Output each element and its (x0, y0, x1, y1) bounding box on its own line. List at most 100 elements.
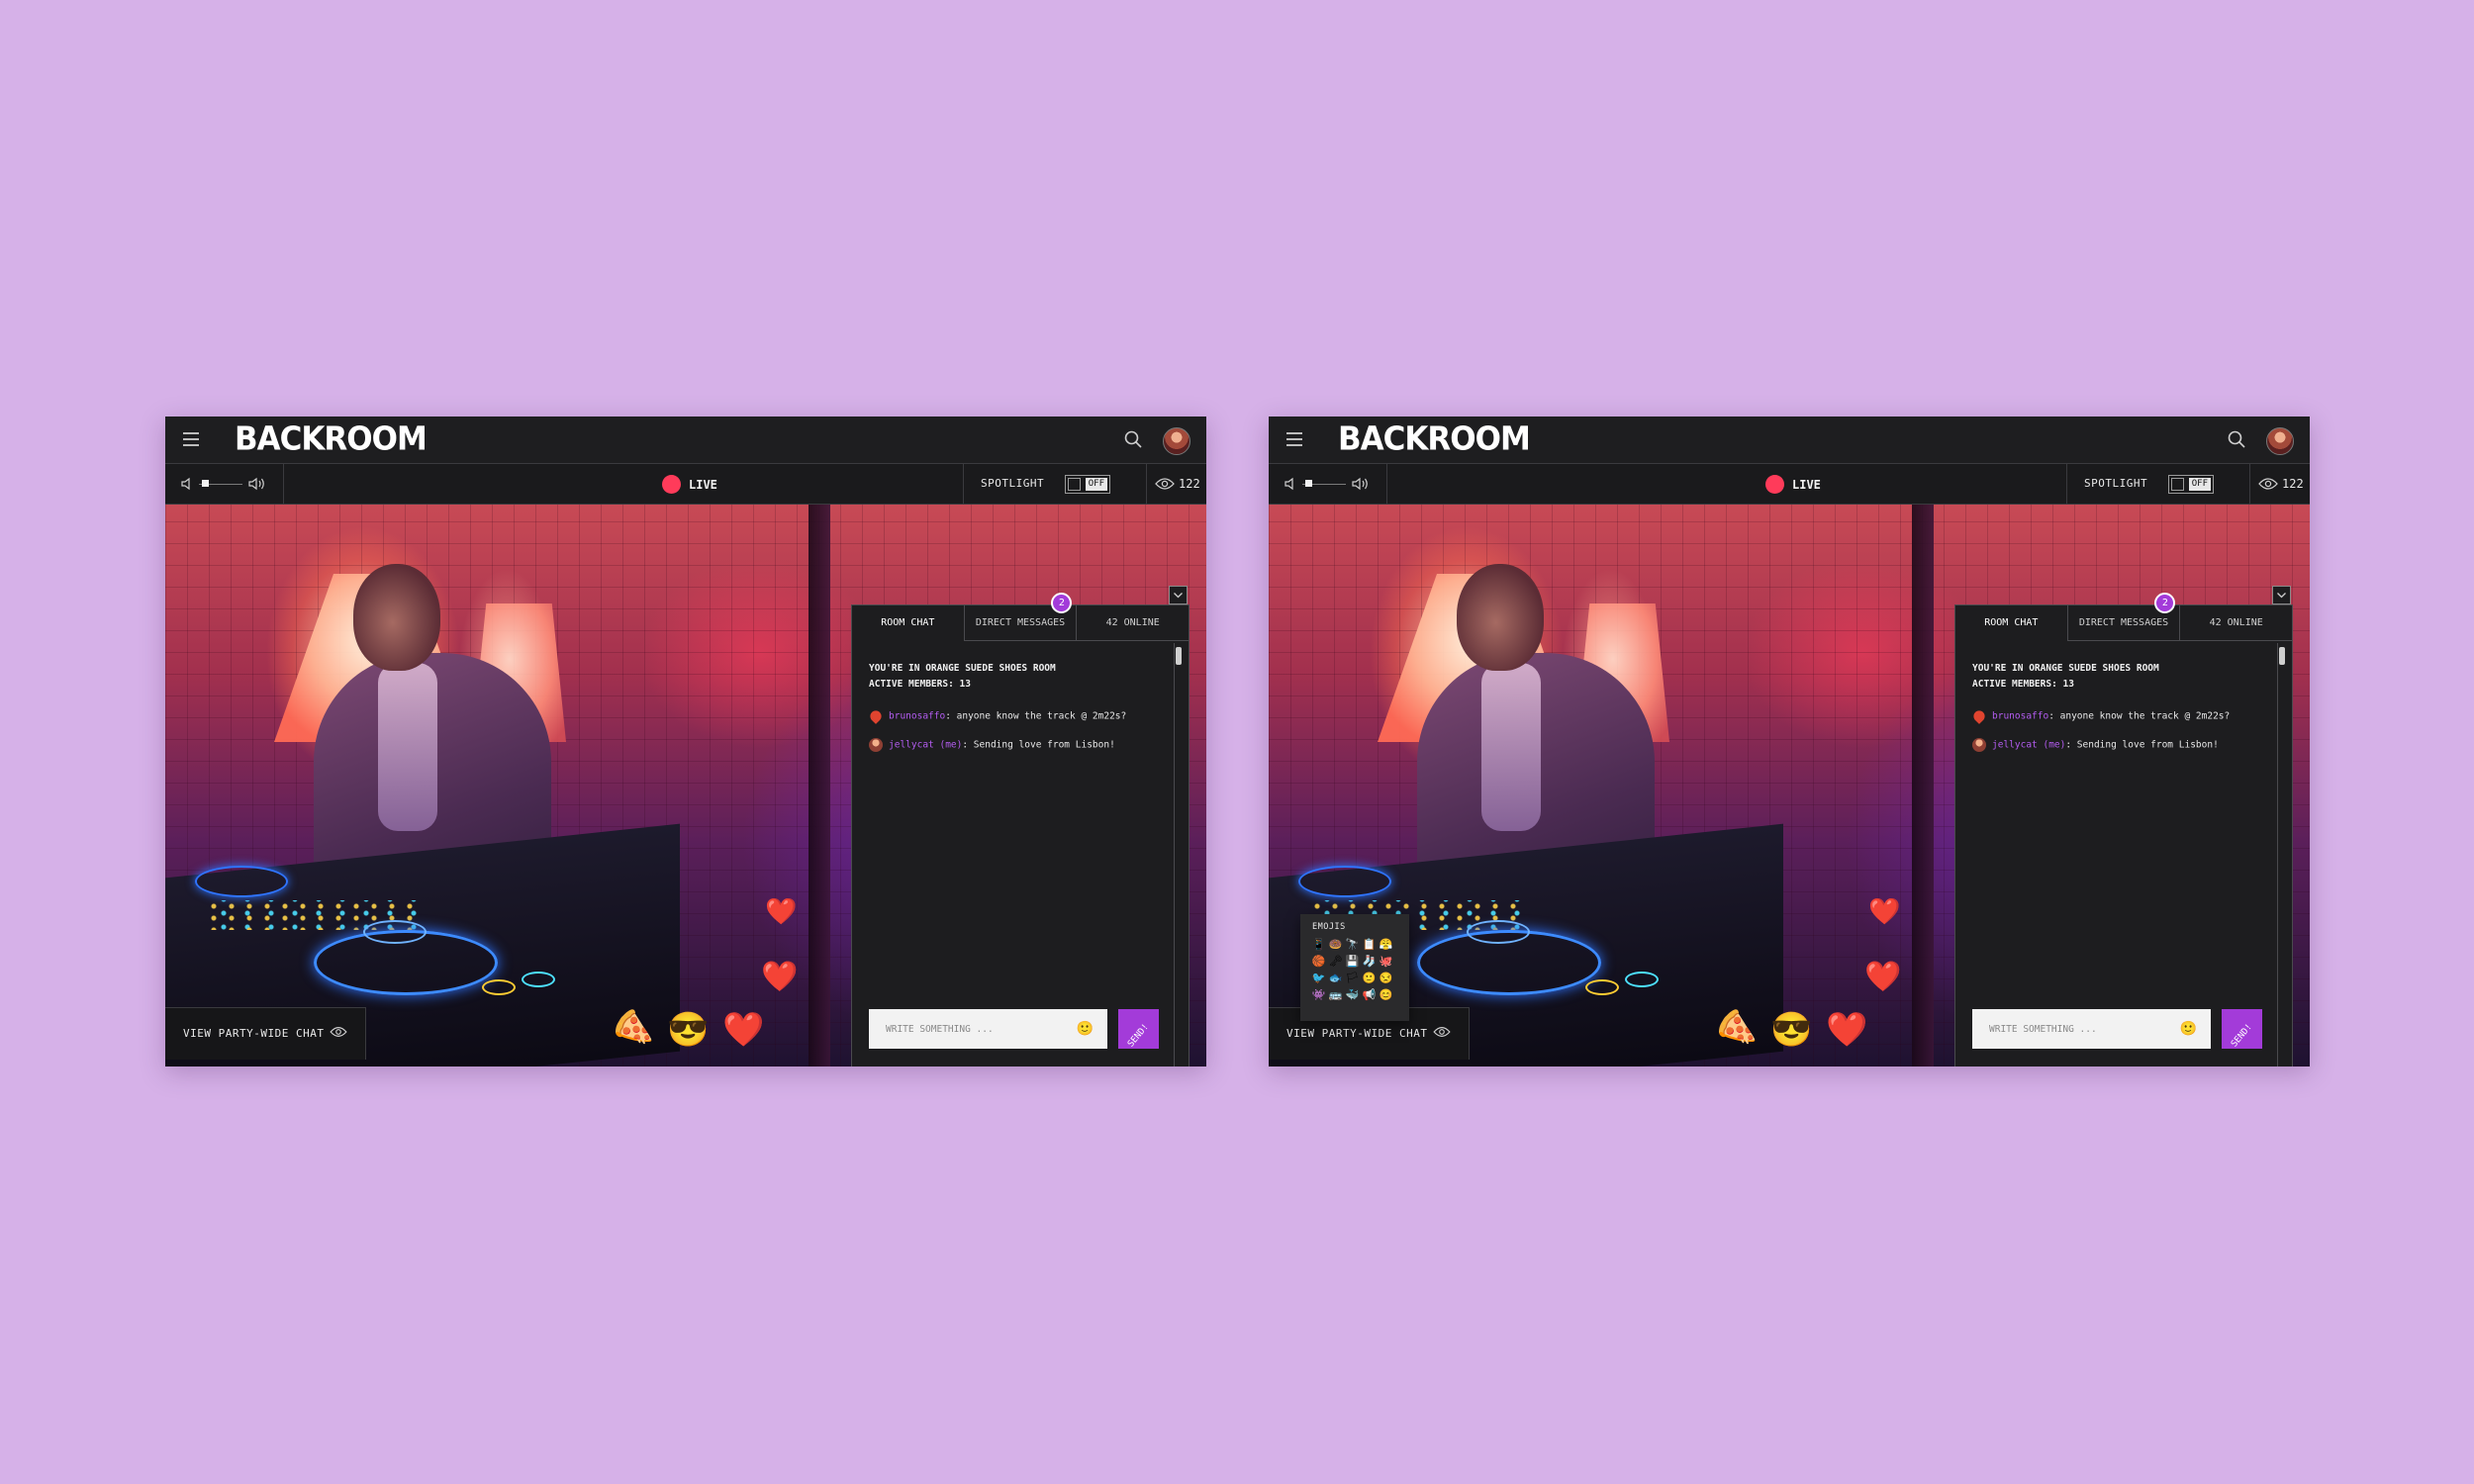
top-bar: BACKROOM (165, 417, 1206, 464)
volume-slider-thumb[interactable] (1305, 480, 1312, 487)
emoji-option[interactable]: 👾 (1310, 988, 1327, 1002)
volume-high-icon[interactable] (1352, 476, 1370, 492)
app-window-emoji-open: BACKROOM LIVE SPOTLIGHT OFF 122 🍕 😎 ❤️ ❤… (1269, 417, 2310, 1067)
spotlight-control: SPOTLIGHT OFF (963, 464, 1147, 504)
emoji-option[interactable]: 😒 (1378, 972, 1394, 985)
emoji-option[interactable]: 🔭 (1344, 938, 1361, 952)
emoji-option[interactable]: 🍩 (1327, 938, 1344, 952)
video-stage[interactable]: 🍕 😎 ❤️ ❤️ ❤️ VIEW PARTY-WIDE CHAT ROOM C… (165, 505, 1206, 1067)
chat-message: jellycat (me): Sending love from Lisbon! (869, 738, 1115, 752)
tab-online-users[interactable]: 42 ONLINE (1077, 605, 1189, 641)
emoji-option[interactable]: 🏀 (1310, 955, 1327, 969)
emoji-option[interactable]: 💾 (1344, 955, 1361, 969)
spotlight-toggle[interactable]: OFF (1065, 475, 1110, 494)
eye-icon (2258, 478, 2278, 490)
backroom-logo[interactable]: BACKROOM (1338, 420, 1531, 458)
message-username[interactable]: brunosaffo (1992, 711, 2048, 722)
tab-direct-messages[interactable]: DIRECT MESSAGES 2 (964, 593, 1078, 641)
volume-low-icon[interactable] (181, 477, 193, 491)
search-icon[interactable] (1123, 429, 1143, 449)
emoji-option[interactable]: 🚌 (1327, 988, 1344, 1002)
emoji-option[interactable]: 🐳 (1344, 988, 1361, 1002)
toggle-state: OFF (1085, 478, 1107, 491)
emoji-option[interactable]: 😊 (1378, 988, 1394, 1002)
emoji-picker-title: EMOJIS (1312, 922, 1346, 932)
volume-low-icon[interactable] (1285, 477, 1296, 491)
volume-slider-thumb[interactable] (202, 480, 209, 487)
tab-online-users[interactable]: 42 ONLINE (2180, 605, 2293, 641)
hamburger-menu-icon[interactable] (1286, 432, 1302, 446)
emoji-option[interactable]: 🏳 (1344, 972, 1361, 985)
chevron-down-icon (1174, 593, 1183, 599)
tab-room-chat[interactable]: ROOM CHAT (1955, 605, 2068, 641)
tab-room-chat[interactable]: ROOM CHAT (852, 605, 965, 641)
emoji-option[interactable]: 📱 (1310, 938, 1327, 952)
message-username[interactable]: brunosaffo (889, 711, 945, 722)
live-label: LIVE (689, 478, 717, 492)
eye-icon (330, 1027, 347, 1037)
location-pin-icon (868, 708, 884, 724)
emoji-option[interactable]: 🧦 (1361, 955, 1378, 969)
spotlight-toggle[interactable]: OFF (2168, 475, 2214, 494)
top-bar: BACKROOM (1269, 417, 2310, 464)
emoji-picker-popover: EMOJIS 📱 🍩 🔭 📋 😤 🏀 🗝 💾 🧦 🐙 🐦 🐟 🏳 🙂 😒 👾 🚌 🐳 📢 😊 (1300, 914, 1409, 1021)
deck-ring (482, 979, 516, 995)
search-icon[interactable] (2227, 429, 2246, 449)
message-input[interactable] (1972, 1009, 2204, 1049)
viewer-count-value: 122 (1179, 477, 1200, 491)
viewer-count-value: 122 (2282, 477, 2304, 491)
view-party-chat-button[interactable]: VIEW PARTY-WIDE CHAT (165, 1007, 366, 1060)
emoji-option[interactable]: 🐦 (1310, 972, 1327, 985)
message-text: : anyone know the track @ 2m22s? (2048, 710, 2231, 722)
emoji-option[interactable]: 📢 (1361, 988, 1378, 1002)
live-dot-icon (662, 475, 681, 494)
room-name: YOU'RE IN ORANGE SUEDE SHOES ROOM (869, 663, 1056, 674)
message-username[interactable]: jellycat (me) (889, 740, 962, 751)
chat-scrollbar[interactable] (2277, 643, 2285, 1067)
emoji-option[interactable]: 🐙 (1378, 955, 1394, 969)
volume-control (165, 464, 284, 504)
volume-high-icon[interactable] (248, 476, 266, 492)
send-button[interactable]: SEND! (2222, 1009, 2262, 1050)
chat-scrollbar-thumb[interactable] (2279, 647, 2285, 665)
emoji-option[interactable]: 📋 (1361, 938, 1378, 952)
emoji-option[interactable]: 🗝 (1327, 955, 1344, 969)
chat-collapse-button[interactable] (2272, 586, 2291, 604)
emoji-option[interactable]: 🙂 (1361, 972, 1378, 985)
chat-scrollbar-thumb[interactable] (1176, 647, 1182, 665)
app-window-default: BACKROOM LIVE SPOTLIGHT OFF 122 🍕 😎 ❤️ ❤… (165, 417, 1206, 1067)
deck-platter-center (1467, 920, 1530, 944)
dj-scarf (378, 663, 437, 831)
emoji-picker-button[interactable]: 🙂 (1077, 1020, 1094, 1037)
toggle-knob (1068, 478, 1081, 491)
emoji-picker-button[interactable]: 🙂 (2180, 1020, 2197, 1037)
tab-direct-messages-label: DIRECT MESSAGES (975, 617, 1066, 628)
user-avatar[interactable] (1163, 427, 1190, 455)
chat-tabs: ROOM CHAT DIRECT MESSAGES 2 42 ONLINE (852, 593, 1189, 641)
reaction-sunglasses-emoji: 😎 (667, 1011, 710, 1049)
video-stage[interactable]: 🍕 😎 ❤️ ❤️ ❤️ VIEW PARTY-WIDE CHAT ROOM C… (1269, 505, 2310, 1067)
emoji-grid: 📱 🍩 🔭 📋 😤 🏀 🗝 💾 🧦 🐙 🐦 🐟 🏳 🙂 😒 👾 🚌 🐳 📢 😊 (1310, 938, 1401, 1002)
message-text: : anyone know the track @ 2m22s? (945, 710, 1127, 722)
chat-message: brunosaffo: anyone know the track @ 2m22… (868, 708, 1127, 724)
message-username[interactable]: jellycat (me) (1992, 740, 2065, 751)
message-text: : Sending love from Lisbon! (962, 739, 1115, 751)
chat-scrollbar[interactable] (1174, 643, 1182, 1067)
chat-collapse-button[interactable] (1169, 586, 1188, 604)
wall-pipe (1912, 505, 1934, 1067)
message-input[interactable] (869, 1009, 1100, 1049)
deck-platter-left (1298, 866, 1391, 897)
emoji-option[interactable]: 🐟 (1327, 972, 1344, 985)
tab-direct-messages[interactable]: DIRECT MESSAGES 2 (2067, 593, 2181, 641)
emoji-option[interactable]: 😤 (1378, 938, 1394, 952)
hamburger-menu-icon[interactable] (183, 432, 199, 446)
reaction-heart-emoji: ❤️ (1864, 961, 1902, 993)
live-dot-icon (1765, 475, 1784, 494)
eye-icon (1433, 1027, 1451, 1037)
location-pin-icon (1971, 708, 1987, 724)
deck-ring (522, 972, 555, 987)
room-info: YOU'RE IN ORANGE SUEDE SHOES ROOM ACTIVE… (869, 661, 1056, 693)
backroom-logo[interactable]: BACKROOM (235, 420, 428, 458)
user-avatar[interactable] (2266, 427, 2294, 455)
send-button[interactable]: SEND! (1118, 1009, 1159, 1050)
